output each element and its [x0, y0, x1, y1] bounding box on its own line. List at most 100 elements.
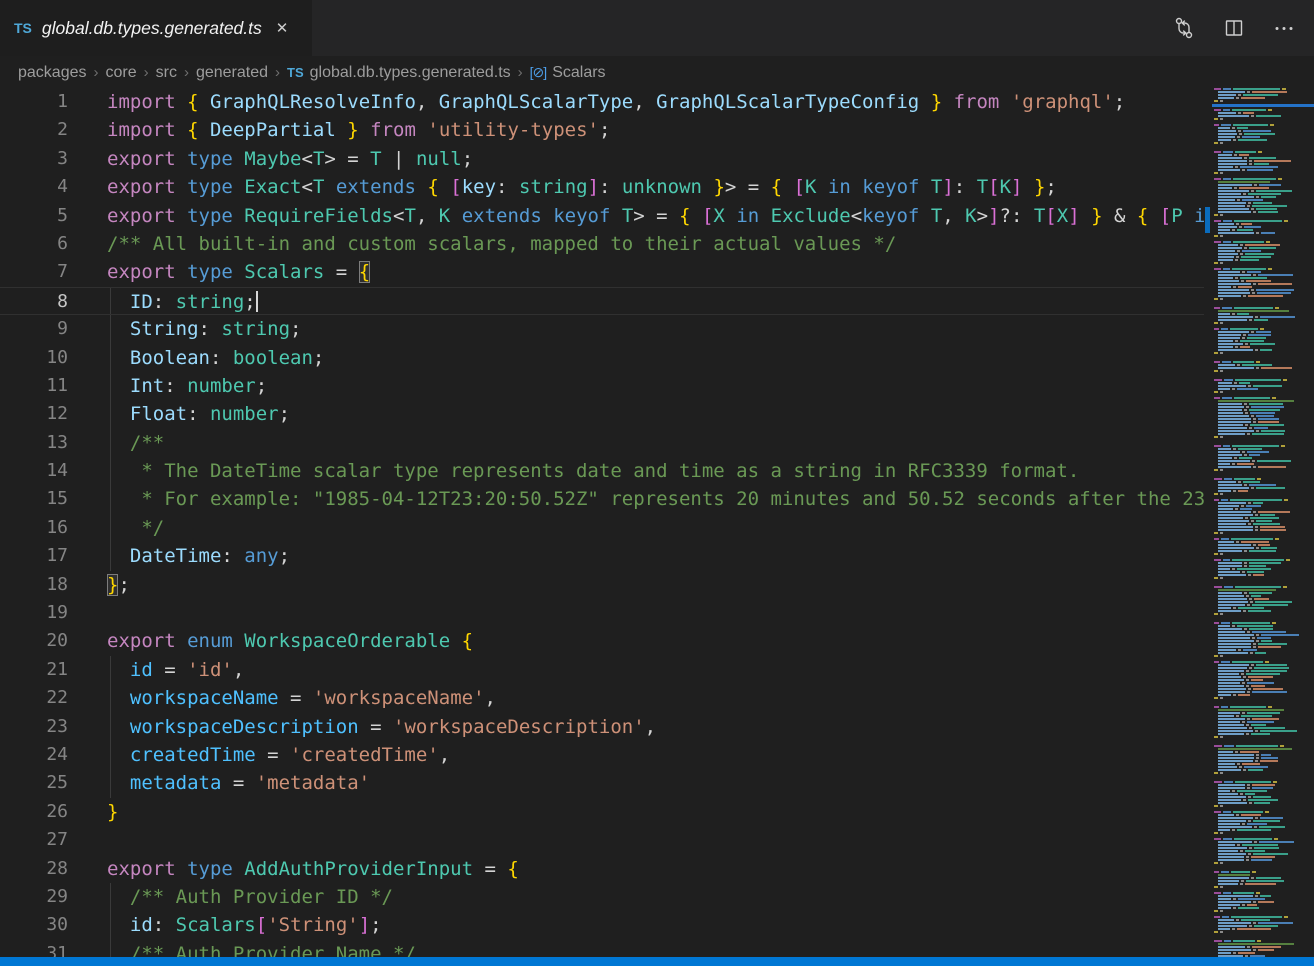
line-number[interactable]: 17 — [0, 542, 68, 570]
typescript-file-icon: TS — [14, 20, 32, 36]
indent-guide — [110, 514, 111, 542]
code-line[interactable]: 4export type Exact<T extends { [key: str… — [0, 173, 1204, 201]
line-number[interactable]: 2 — [0, 116, 68, 144]
code-line[interactable]: 20export enum WorkspaceOrderable { — [0, 627, 1204, 655]
editor-tab[interactable]: TS global.db.types.generated.ts ✕ — [0, 0, 312, 56]
code-line[interactable]: 10 Boolean: boolean; — [0, 344, 1204, 372]
minimap-row — [1218, 187, 1271, 189]
minimap-row — [1218, 874, 1252, 876]
line-number[interactable]: 6 — [0, 230, 68, 258]
line-number[interactable]: 22 — [0, 684, 68, 712]
minimap-row — [1214, 109, 1274, 111]
breadcrumb-item-folder[interactable]: src — [156, 64, 177, 81]
code-line[interactable]: 26} — [0, 798, 1204, 826]
line-number[interactable]: 16 — [0, 514, 68, 542]
open-changes-icon[interactable] — [1172, 16, 1196, 40]
line-number[interactable]: 10 — [0, 344, 68, 372]
breadcrumb-item-file[interactable]: global.db.types.generated.ts — [310, 64, 511, 82]
minimap-row — [1218, 157, 1278, 159]
code-text: DateTime: any; — [68, 542, 290, 570]
breadcrumb-item-folder[interactable]: generated — [196, 64, 268, 81]
line-number[interactable]: 15 — [0, 485, 68, 513]
minimap-row — [1218, 277, 1269, 279]
line-number[interactable]: 25 — [0, 769, 68, 797]
code-line[interactable]: 13 /** — [0, 429, 1204, 457]
line-number[interactable]: 27 — [0, 826, 68, 854]
line-number[interactable]: 30 — [0, 911, 68, 939]
code-line[interactable]: 30 id: Scalars['String']; — [0, 911, 1204, 939]
breadcrumb-item-symbol[interactable]: Scalars — [552, 64, 605, 82]
code-line[interactable]: 6/** All built-in and custom scalars, ma… — [0, 230, 1204, 258]
code-line[interactable]: 12 Float: number; — [0, 400, 1204, 428]
minimap-row — [1218, 679, 1265, 681]
line-number[interactable]: 31 — [0, 940, 68, 957]
line-number[interactable]: 7 — [0, 258, 68, 286]
line-number[interactable]: 29 — [0, 883, 68, 911]
code-line[interactable]: 15 * For example: "1985-04-12T23:20:50.5… — [0, 485, 1204, 513]
minimap-row — [1214, 370, 1225, 372]
minimap-row — [1218, 523, 1282, 525]
code-text: /** — [68, 429, 164, 457]
code-line[interactable]: 8 ID: string; — [0, 287, 1204, 315]
line-number[interactable]: 13 — [0, 429, 68, 457]
code-line[interactable]: 17 DateTime: any; — [0, 542, 1204, 570]
code-line[interactable]: 14 * The DateTime scalar type represents… — [0, 457, 1204, 485]
minimap-row — [1214, 706, 1274, 708]
breadcrumb-item-folder[interactable]: core — [106, 64, 137, 81]
minimap-row — [1214, 352, 1225, 354]
minimap-row — [1214, 436, 1225, 438]
code-line[interactable]: 16 */ — [0, 514, 1204, 542]
line-number[interactable]: 21 — [0, 656, 68, 684]
code-line[interactable]: 23 workspaceDescription = 'workspaceDesc… — [0, 713, 1204, 741]
line-number[interactable]: 1 — [0, 88, 68, 116]
line-number[interactable]: 8 — [0, 288, 68, 314]
minimap-row — [1214, 88, 1288, 90]
minimap-row — [1218, 730, 1299, 732]
line-number[interactable]: 5 — [0, 202, 68, 230]
line-number[interactable]: 11 — [0, 372, 68, 400]
line-number[interactable]: 14 — [0, 457, 68, 485]
minimap-row — [1218, 364, 1274, 366]
code-text: }; — [68, 571, 130, 599]
minimap-row — [1218, 520, 1274, 522]
code-line[interactable]: 7export type Scalars = { — [0, 258, 1204, 286]
line-number[interactable]: 4 — [0, 173, 68, 201]
breadcrumb-item-folder[interactable]: packages — [18, 64, 87, 81]
minimap-row — [1218, 190, 1294, 192]
code-line[interactable]: 3export type Maybe<T> = T | null; — [0, 145, 1204, 173]
line-number[interactable]: 18 — [0, 571, 68, 599]
code-line[interactable]: 31 /** Auth Provider Name */ — [0, 940, 1204, 957]
code-line[interactable]: 11 Int: number; — [0, 372, 1204, 400]
line-number[interactable]: 3 — [0, 145, 68, 173]
close-tab-icon[interactable]: ✕ — [276, 19, 289, 37]
code-line[interactable]: 22 workspaceName = 'workspaceName', — [0, 684, 1204, 712]
line-number[interactable]: 19 — [0, 599, 68, 627]
line-number[interactable]: 26 — [0, 798, 68, 826]
minimap-row — [1218, 790, 1269, 792]
line-number[interactable]: 20 — [0, 627, 68, 655]
line-number[interactable]: 24 — [0, 741, 68, 769]
code-line[interactable]: 29 /** Auth Provider ID */ — [0, 883, 1204, 911]
line-number[interactable]: 12 — [0, 400, 68, 428]
line-number[interactable]: 23 — [0, 713, 68, 741]
code-line[interactable]: 25 metadata = 'metadata' — [0, 769, 1204, 797]
minimap-row — [1218, 133, 1277, 135]
minimap-row — [1218, 676, 1275, 678]
code-line[interactable]: 27 — [0, 826, 1204, 854]
line-number[interactable]: 9 — [0, 315, 68, 343]
line-number[interactable]: 28 — [0, 855, 68, 883]
code-line[interactable]: 18}; — [0, 571, 1204, 599]
code-line[interactable]: 19 — [0, 599, 1204, 627]
code-line[interactable]: 1import { GraphQLResolveInfo, GraphQLSca… — [0, 88, 1204, 116]
code-editor[interactable]: 1import { GraphQLResolveInfo, GraphQLSca… — [0, 88, 1204, 957]
code-line[interactable]: 24 createdTime = 'createdTime', — [0, 741, 1204, 769]
split-editor-icon[interactable] — [1222, 16, 1246, 40]
code-line[interactable]: 28export type AddAuthProviderInput = { — [0, 855, 1204, 883]
code-line[interactable]: 5export type RequireFields<T, K extends … — [0, 202, 1204, 230]
more-actions-icon[interactable] — [1272, 16, 1296, 40]
code-line[interactable]: 9 String: string; — [0, 315, 1204, 343]
minimap[interactable] — [1212, 88, 1314, 958]
minimap-row — [1218, 319, 1270, 321]
code-line[interactable]: 21 id = 'id', — [0, 656, 1204, 684]
code-line[interactable]: 2import { DeepPartial } from 'utility-ty… — [0, 116, 1204, 144]
